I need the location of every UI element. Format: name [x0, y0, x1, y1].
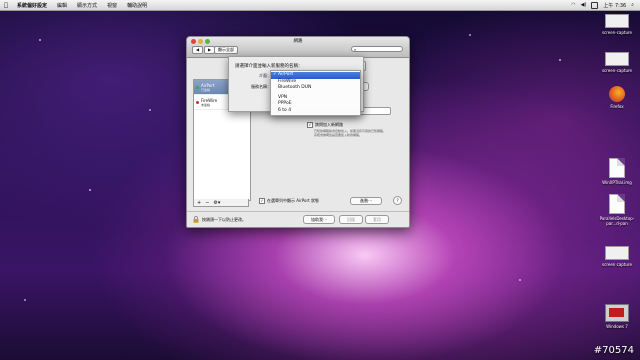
volume-icon[interactable]: ◀)	[581, 2, 587, 8]
desktop-icon-label: Firefox	[610, 104, 624, 109]
lock-text: 按鎖頭一下以防止更改。	[202, 217, 246, 222]
spotlight-icon[interactable]: ⌕	[631, 2, 634, 8]
menu-app-name[interactable]: 系統偏好設定	[12, 2, 52, 9]
screenshot-icon	[605, 52, 629, 66]
desktop-icon-label: ParallelsDesktop-par...d-pan	[599, 216, 635, 226]
interface-dropdown-menu[interactable]: AirPort FireWire Bluetooth DUN VPN PPPoE…	[270, 70, 361, 116]
watermark: #70574	[593, 345, 634, 356]
service-list-controls: + − ⚙▾	[193, 199, 249, 207]
desktop-icon-label: screen capture	[602, 262, 632, 267]
show-all-button[interactable]: 顯示全部	[214, 46, 238, 54]
status-dot-icon	[196, 85, 199, 89]
firefox-icon	[609, 86, 625, 102]
advanced-button[interactable]: 進階⋯	[350, 197, 382, 205]
menu-help[interactable]: 輔助說明	[122, 2, 152, 9]
ask-join-label: 詢問加入新網路	[315, 122, 343, 127]
search-field[interactable]: ⌕	[351, 46, 403, 52]
desktop-icon-screen-capture-3[interactable]: screen capture	[598, 246, 636, 267]
desktop-icon-label: WinXPTrial.img	[602, 180, 632, 185]
menu-clock[interactable]: 上午 7:36	[603, 2, 626, 9]
desktop-icon-label: screen-capture	[601, 68, 633, 73]
remove-service-button[interactable]: −	[205, 200, 209, 206]
show-status-label: 在選單列中顯示 AirPort 狀態	[267, 198, 319, 203]
service-action-menu[interactable]: ⚙▾	[213, 200, 220, 206]
search-icon: ⌕	[354, 47, 357, 52]
assist-me-button[interactable]: 協助我⋯	[303, 215, 335, 224]
ask-join-description: 已知的網路將會自動加入。如果沒有可用的已知網路，系統會詢問您是否要加入新的網路。	[314, 129, 387, 137]
flag-icon[interactable]	[591, 1, 599, 9]
lock-icon[interactable]	[193, 216, 199, 223]
back-button[interactable]: ◀	[192, 46, 203, 54]
desktop-icon-winxptrial[interactable]: WinXPTrial.img	[598, 158, 636, 185]
desktop-icon-label: Windows 7	[606, 324, 628, 329]
menu-extras: ◠ ◀) 上午 7:36 ⌕	[571, 1, 640, 9]
desktop-icon-label: screen-capture	[601, 30, 633, 35]
service-status: 已連線	[201, 87, 211, 92]
service-status: 未連線	[201, 102, 211, 107]
nav-buttons: ◀ ▶	[192, 46, 215, 54]
show-status-row: ✓ 在選單列中顯示 AirPort 狀態	[259, 198, 319, 204]
help-button[interactable]: ?	[393, 196, 402, 205]
ask-join-checkbox[interactable]: ✓	[307, 122, 313, 128]
virtual-machine-icon	[605, 304, 629, 322]
status-dot-icon	[196, 100, 199, 104]
window-title: 網路	[293, 39, 303, 44]
screenshot-icon	[605, 14, 629, 28]
desktop-icon-parallels[interactable]: ParallelsDesktop-par...d-pan	[598, 194, 636, 226]
sheet-question: 請選擇介面並輸入新服務的名稱：	[235, 64, 303, 69]
screenshot-icon	[605, 246, 629, 260]
revert-button[interactable]: 回復	[339, 215, 363, 224]
menu-view[interactable]: 顯示方式	[72, 2, 102, 9]
apple-menu-icon[interactable]: 	[0, 2, 12, 9]
show-status-checkbox[interactable]: ✓	[259, 198, 265, 204]
add-service-button[interactable]: +	[197, 200, 201, 206]
desktop-icon-screen-capture-2[interactable]: screen-capture	[598, 52, 636, 73]
interface-label: 介面：	[259, 73, 271, 78]
ask-join-row: ✓ 詢問加入新網路	[307, 122, 397, 128]
window-footer: 按鎖頭一下以防止更改。 協助我⋯ 回復 套用	[187, 211, 409, 227]
interface-option-bluetooth-dun[interactable]: Bluetooth DUN	[271, 85, 360, 92]
window-titlebar: 網路 ◀ ▶ 顯示全部 ⌕	[187, 37, 409, 58]
desktop-icon-firefox[interactable]: Firefox	[598, 86, 636, 109]
document-icon	[609, 158, 625, 178]
desktop-icon-windows7[interactable]: Windows 7	[598, 304, 636, 329]
document-icon	[609, 194, 625, 214]
menu-edit[interactable]: 編輯	[52, 2, 72, 9]
interface-option-6to4[interactable]: 6 to 4	[271, 108, 360, 115]
service-name-label: 服務名稱：	[251, 84, 271, 89]
wifi-icon[interactable]: ◠	[571, 2, 575, 8]
menu-bar:  系統偏好設定 編輯 顯示方式 視窗 輔助說明 ◠ ◀) 上午 7:36 ⌕	[0, 0, 640, 11]
apply-button[interactable]: 套用	[365, 215, 389, 224]
menu-window[interactable]: 視窗	[102, 2, 122, 9]
desktop-icon-screen-capture-1[interactable]: screen-capture	[598, 14, 636, 35]
